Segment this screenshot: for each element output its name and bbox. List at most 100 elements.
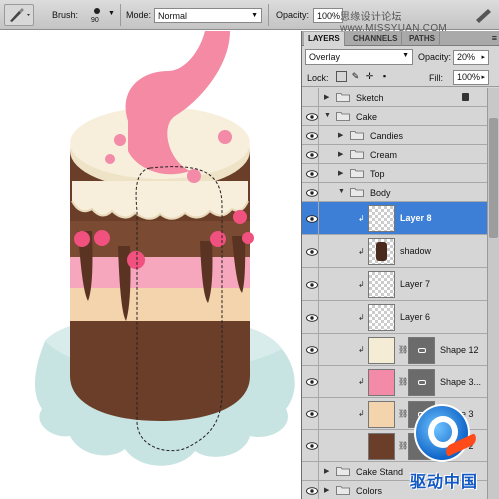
layer-opacity-input[interactable]: 20% ▸ [453, 50, 489, 65]
visibility-toggle[interactable] [305, 183, 319, 202]
mode-select[interactable]: Normal ▼ [154, 8, 262, 23]
visibility-toggle[interactable] [305, 164, 319, 183]
visibility-toggle[interactable] [305, 145, 319, 164]
layer-name: Top [370, 169, 385, 179]
layer-thumbnail[interactable] [368, 336, 395, 364]
clipping-mask-icon: ↲ [358, 246, 365, 256]
layer-thumbnail[interactable] [368, 432, 395, 460]
layer-group-row[interactable]: ▼ Cake [302, 107, 487, 126]
layer-opacity-value: 20% [457, 52, 476, 62]
expand-arrow-icon[interactable]: ▶ [324, 486, 332, 494]
brush-preset-picker[interactable]: 90 [88, 4, 106, 26]
layer-thumbnail[interactable] [368, 238, 395, 265]
layer-thumbnail[interactable] [368, 304, 395, 331]
link-icon[interactable]: ⛓ [398, 377, 408, 386]
vector-mask-thumbnail[interactable] [408, 336, 435, 364]
expand-arrow-icon[interactable]: ▶ [338, 131, 346, 139]
folder-icon [336, 486, 350, 495]
scrollbar-thumb[interactable] [489, 118, 498, 238]
lock-position-icon[interactable]: ✛ [364, 71, 375, 82]
collapse-arrow-icon[interactable]: ▼ [324, 112, 332, 119]
lock-row: Lock: ✎ ✛ ▪ Fill: 100% ▸ [302, 68, 499, 87]
tab-layers[interactable]: LAYERS [304, 32, 345, 46]
tab-paths[interactable]: PATHS [405, 32, 440, 46]
layer-name: Cake Stand [356, 467, 404, 477]
folder-icon [350, 131, 364, 140]
vector-mask-thumbnail[interactable] [408, 368, 435, 396]
blend-mode-select[interactable]: Overlay ▼ [305, 49, 413, 65]
lock-icon [462, 93, 469, 101]
panel-tabs: LAYERS CHANNELS PATHS ≡ [302, 31, 499, 46]
opacity-label: Opacity: [276, 10, 310, 20]
airbrush-icon[interactable] [473, 6, 495, 24]
layer-group-row[interactable]: ▶ Sketch [302, 88, 487, 107]
visibility-toggle[interactable] [305, 202, 319, 235]
tool-preset-picker[interactable] [4, 4, 34, 26]
expand-arrow-icon[interactable]: ▶ [324, 467, 332, 475]
visibility-toggle[interactable] [305, 430, 319, 462]
link-icon[interactable]: ⛓ [398, 345, 408, 354]
opacity-value: 100% [317, 11, 341, 21]
folder-icon [350, 188, 364, 197]
panel-menu-icon[interactable]: ≡ [492, 33, 497, 43]
visibility-toggle[interactable] [305, 398, 319, 430]
eye-icon [306, 247, 318, 256]
opacity-input[interactable]: 100% [313, 8, 343, 23]
visibility-toggle[interactable] [305, 107, 319, 126]
visibility-toggle[interactable] [305, 481, 319, 499]
layer-name: Sketch [356, 93, 384, 103]
layer-group-row[interactable]: ▶ Cream [302, 145, 487, 164]
fill-value: 100% [457, 72, 481, 82]
visibility-toggle[interactable] [305, 88, 319, 107]
brush-tip-icon [94, 8, 100, 14]
visibility-toggle[interactable] [305, 462, 319, 481]
layer-thumbnail[interactable] [368, 205, 395, 232]
clipping-mask-icon: ↲ [358, 377, 365, 386]
clipping-mask-icon: ↲ [358, 345, 365, 354]
visibility-toggle[interactable] [305, 366, 319, 398]
layer-thumbnail[interactable] [368, 271, 395, 298]
layer-opacity-label: Opacity: [418, 52, 452, 62]
folder-icon [336, 467, 350, 476]
blend-mode-value: Overlay [309, 52, 341, 62]
eye-icon [306, 442, 318, 450]
chevron-down-icon[interactable]: ▼ [108, 10, 115, 17]
layer-group-row[interactable]: ▼ Body [302, 183, 487, 202]
blend-row: Overlay ▼ Opacity: 20% ▸ [302, 48, 499, 68]
lock-image-icon[interactable]: ✎ [350, 71, 361, 82]
eye-icon [306, 486, 318, 495]
expand-arrow-icon[interactable]: ▶ [324, 93, 332, 101]
visibility-toggle[interactable] [305, 334, 319, 366]
expand-arrow-icon[interactable]: ▶ [338, 150, 346, 158]
eye-icon [306, 188, 318, 197]
layer-name: Layer 6 [400, 312, 431, 322]
layer-group-row[interactable]: ▶ Candies [302, 126, 487, 145]
layer-thumbnail[interactable] [368, 368, 395, 396]
layer-row[interactable]: ↲ shadow [302, 235, 487, 268]
visibility-toggle[interactable] [305, 301, 319, 334]
brush-icon [10, 8, 30, 22]
logo-text: 驱动中国 [410, 472, 479, 491]
layer-row[interactable]: ↲ Layer 8 [302, 202, 487, 235]
eye-icon [306, 169, 318, 178]
layer-row[interactable]: ↲ Layer 7 [302, 268, 487, 301]
expand-arrow-icon[interactable]: ▶ [338, 169, 346, 177]
collapse-arrow-icon[interactable]: ▼ [338, 188, 346, 195]
visibility-toggle[interactable] [305, 268, 319, 301]
layer-name: Layer 7 [400, 279, 431, 289]
folder-icon [336, 93, 350, 102]
layer-row[interactable]: ↲ ⛓ Shape 12 [302, 334, 487, 366]
brush-label: Brush: [52, 10, 79, 20]
fill-input[interactable]: 100% ▸ [453, 70, 489, 85]
layer-name: Layer 8 [400, 213, 432, 223]
visibility-toggle[interactable] [305, 126, 319, 145]
layer-thumbnail[interactable] [368, 400, 395, 428]
layer-group-row[interactable]: ▶ Top [302, 164, 487, 183]
lock-all-icon[interactable]: ▪ [379, 71, 390, 82]
visibility-toggle[interactable] [305, 235, 319, 268]
tab-channels[interactable]: CHANNELS [349, 32, 403, 46]
layer-row[interactable]: ↲ Layer 6 [302, 301, 487, 334]
layer-row[interactable]: ↲ ⛓ Shape 3... [302, 366, 487, 398]
document-canvas[interactable] [0, 31, 301, 499]
lock-transparent-icon[interactable] [336, 71, 347, 82]
